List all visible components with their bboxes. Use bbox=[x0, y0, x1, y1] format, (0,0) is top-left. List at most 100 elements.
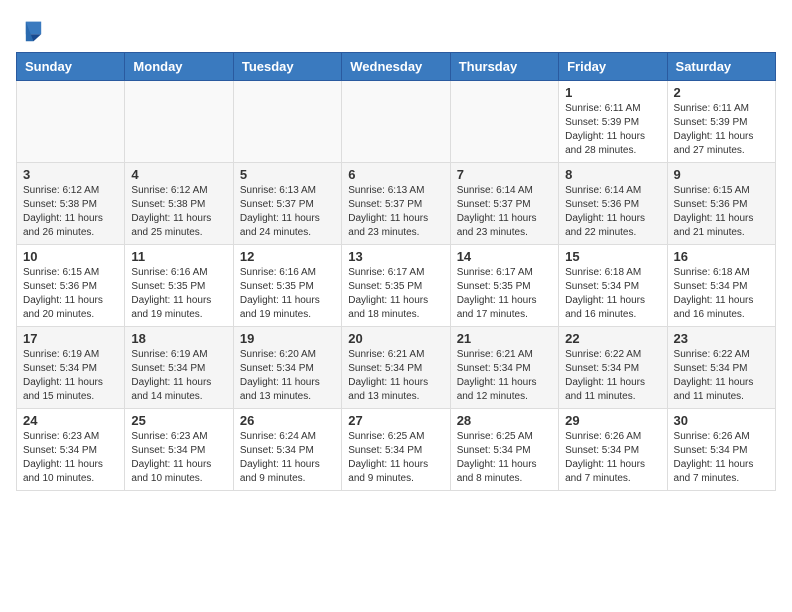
calendar-header-row: SundayMondayTuesdayWednesdayThursdayFrid… bbox=[17, 53, 776, 81]
calendar-week-2: 3 Sunrise: 6:12 AM Sunset: 5:38 PM Daylig… bbox=[17, 163, 776, 245]
day-number: 7 bbox=[457, 167, 552, 182]
day-number: 12 bbox=[240, 249, 335, 264]
day-info: Sunrise: 6:14 AM Sunset: 5:37 PM Dayligh… bbox=[457, 184, 552, 240]
day-info: Sunrise: 6:15 AM Sunset: 5:36 PM Dayligh… bbox=[674, 184, 769, 240]
day-info: Sunrise: 6:19 AM Sunset: 5:34 PM Dayligh… bbox=[23, 348, 118, 404]
day-info: Sunrise: 6:18 AM Sunset: 5:34 PM Dayligh… bbox=[674, 266, 769, 322]
day-info: Sunrise: 6:23 AM Sunset: 5:34 PM Dayligh… bbox=[23, 430, 118, 486]
day-number: 21 bbox=[457, 331, 552, 346]
calendar-cell: 21 Sunrise: 6:21 AM Sunset: 5:34 PM Dayli… bbox=[450, 327, 558, 409]
calendar-cell: 29 Sunrise: 6:26 AM Sunset: 5:34 PM Dayli… bbox=[559, 409, 667, 491]
calendar-cell: 13 Sunrise: 6:17 AM Sunset: 5:35 PM Dayli… bbox=[342, 245, 450, 327]
day-info: Sunrise: 6:25 AM Sunset: 5:34 PM Dayligh… bbox=[348, 430, 443, 486]
day-number: 30 bbox=[674, 413, 769, 428]
day-info: Sunrise: 6:12 AM Sunset: 5:38 PM Dayligh… bbox=[23, 184, 118, 240]
day-number: 25 bbox=[131, 413, 226, 428]
day-number: 16 bbox=[674, 249, 769, 264]
calendar-cell bbox=[450, 81, 558, 163]
day-info: Sunrise: 6:19 AM Sunset: 5:34 PM Dayligh… bbox=[131, 348, 226, 404]
calendar-cell: 26 Sunrise: 6:24 AM Sunset: 5:34 PM Dayli… bbox=[233, 409, 341, 491]
day-info: Sunrise: 6:13 AM Sunset: 5:37 PM Dayligh… bbox=[240, 184, 335, 240]
day-info: Sunrise: 6:21 AM Sunset: 5:34 PM Dayligh… bbox=[457, 348, 552, 404]
day-info: Sunrise: 6:26 AM Sunset: 5:34 PM Dayligh… bbox=[565, 430, 660, 486]
logo bbox=[16, 16, 48, 44]
day-info: Sunrise: 6:22 AM Sunset: 5:34 PM Dayligh… bbox=[674, 348, 769, 404]
day-number: 24 bbox=[23, 413, 118, 428]
day-number: 8 bbox=[565, 167, 660, 182]
day-number: 29 bbox=[565, 413, 660, 428]
day-info: Sunrise: 6:18 AM Sunset: 5:34 PM Dayligh… bbox=[565, 266, 660, 322]
calendar-week-5: 24 Sunrise: 6:23 AM Sunset: 5:34 PM Dayli… bbox=[17, 409, 776, 491]
day-number: 26 bbox=[240, 413, 335, 428]
day-number: 10 bbox=[23, 249, 118, 264]
calendar-header-thursday: Thursday bbox=[450, 53, 558, 81]
day-info: Sunrise: 6:11 AM Sunset: 5:39 PM Dayligh… bbox=[674, 102, 769, 158]
calendar-week-4: 17 Sunrise: 6:19 AM Sunset: 5:34 PM Dayli… bbox=[17, 327, 776, 409]
calendar-cell: 11 Sunrise: 6:16 AM Sunset: 5:35 PM Dayli… bbox=[125, 245, 233, 327]
day-info: Sunrise: 6:17 AM Sunset: 5:35 PM Dayligh… bbox=[457, 266, 552, 322]
calendar-cell bbox=[233, 81, 341, 163]
day-info: Sunrise: 6:22 AM Sunset: 5:34 PM Dayligh… bbox=[565, 348, 660, 404]
day-info: Sunrise: 6:13 AM Sunset: 5:37 PM Dayligh… bbox=[348, 184, 443, 240]
calendar-header-monday: Monday bbox=[125, 53, 233, 81]
logo-icon bbox=[16, 16, 44, 44]
calendar-cell: 23Sunrise: 6:22 AM Sunset: 5:34 PM Dayli… bbox=[667, 327, 775, 409]
day-number: 9 bbox=[674, 167, 769, 182]
calendar-cell: 4Sunrise: 6:12 AM Sunset: 5:38 PM Daylig… bbox=[125, 163, 233, 245]
calendar-cell: 20Sunrise: 6:21 AM Sunset: 5:34 PM Dayli… bbox=[342, 327, 450, 409]
calendar-cell: 9 Sunrise: 6:15 AM Sunset: 5:36 PM Daylig… bbox=[667, 163, 775, 245]
day-info: Sunrise: 6:23 AM Sunset: 5:34 PM Dayligh… bbox=[131, 430, 226, 486]
day-info: Sunrise: 6:17 AM Sunset: 5:35 PM Dayligh… bbox=[348, 266, 443, 322]
calendar-cell bbox=[125, 81, 233, 163]
calendar-cell: 10Sunrise: 6:15 AM Sunset: 5:36 PM Dayli… bbox=[17, 245, 125, 327]
day-number: 6 bbox=[348, 167, 443, 182]
day-info: Sunrise: 6:14 AM Sunset: 5:36 PM Dayligh… bbox=[565, 184, 660, 240]
calendar-header-tuesday: Tuesday bbox=[233, 53, 341, 81]
calendar-week-1: 1 Sunrise: 6:11 AM Sunset: 5:39 PM Daylig… bbox=[17, 81, 776, 163]
day-info: Sunrise: 6:16 AM Sunset: 5:35 PM Dayligh… bbox=[240, 266, 335, 322]
calendar-cell: 19Sunrise: 6:20 AM Sunset: 5:34 PM Dayli… bbox=[233, 327, 341, 409]
calendar-cell: 25 Sunrise: 6:23 AM Sunset: 5:34 PM Dayli… bbox=[125, 409, 233, 491]
day-number: 5 bbox=[240, 167, 335, 182]
calendar-cell: 18Sunrise: 6:19 AM Sunset: 5:34 PM Dayli… bbox=[125, 327, 233, 409]
calendar-header-sunday: Sunday bbox=[17, 53, 125, 81]
calendar-week-3: 10Sunrise: 6:15 AM Sunset: 5:36 PM Dayli… bbox=[17, 245, 776, 327]
calendar-cell bbox=[17, 81, 125, 163]
day-number: 1 bbox=[565, 85, 660, 100]
calendar-cell: 3 Sunrise: 6:12 AM Sunset: 5:38 PM Daylig… bbox=[17, 163, 125, 245]
calendar-cell: 2 Sunrise: 6:11 AM Sunset: 5:39 PM Daylig… bbox=[667, 81, 775, 163]
day-number: 28 bbox=[457, 413, 552, 428]
calendar-cell: 30 Sunrise: 6:26 AM Sunset: 5:34 PM Dayli… bbox=[667, 409, 775, 491]
calendar-cell: 27Sunrise: 6:25 AM Sunset: 5:34 PM Dayli… bbox=[342, 409, 450, 491]
day-info: Sunrise: 6:24 AM Sunset: 5:34 PM Dayligh… bbox=[240, 430, 335, 486]
calendar-table: SundayMondayTuesdayWednesdayThursdayFrid… bbox=[16, 52, 776, 491]
day-info: Sunrise: 6:12 AM Sunset: 5:38 PM Dayligh… bbox=[131, 184, 226, 240]
day-info: Sunrise: 6:25 AM Sunset: 5:34 PM Dayligh… bbox=[457, 430, 552, 486]
day-number: 17 bbox=[23, 331, 118, 346]
day-number: 22 bbox=[565, 331, 660, 346]
calendar-header-friday: Friday bbox=[559, 53, 667, 81]
calendar-cell: 1 Sunrise: 6:11 AM Sunset: 5:39 PM Daylig… bbox=[559, 81, 667, 163]
calendar-cell: 5 Sunrise: 6:13 AM Sunset: 5:37 PM Daylig… bbox=[233, 163, 341, 245]
day-info: Sunrise: 6:11 AM Sunset: 5:39 PM Dayligh… bbox=[565, 102, 660, 158]
day-info: Sunrise: 6:21 AM Sunset: 5:34 PM Dayligh… bbox=[348, 348, 443, 404]
day-info: Sunrise: 6:26 AM Sunset: 5:34 PM Dayligh… bbox=[674, 430, 769, 486]
calendar-cell: 17 Sunrise: 6:19 AM Sunset: 5:34 PM Dayli… bbox=[17, 327, 125, 409]
day-number: 14 bbox=[457, 249, 552, 264]
calendar-cell bbox=[342, 81, 450, 163]
day-number: 13 bbox=[348, 249, 443, 264]
calendar-header-wednesday: Wednesday bbox=[342, 53, 450, 81]
calendar-cell: 8 Sunrise: 6:14 AM Sunset: 5:36 PM Daylig… bbox=[559, 163, 667, 245]
day-info: Sunrise: 6:16 AM Sunset: 5:35 PM Dayligh… bbox=[131, 266, 226, 322]
day-number: 3 bbox=[23, 167, 118, 182]
calendar-cell: 14 Sunrise: 6:17 AM Sunset: 5:35 PM Dayli… bbox=[450, 245, 558, 327]
day-number: 11 bbox=[131, 249, 226, 264]
day-number: 2 bbox=[674, 85, 769, 100]
calendar-cell: 6 Sunrise: 6:13 AM Sunset: 5:37 PM Daylig… bbox=[342, 163, 450, 245]
calendar-cell: 22 Sunrise: 6:22 AM Sunset: 5:34 PM Dayli… bbox=[559, 327, 667, 409]
calendar-cell: 16 Sunrise: 6:18 AM Sunset: 5:34 PM Dayli… bbox=[667, 245, 775, 327]
calendar-cell: 15 Sunrise: 6:18 AM Sunset: 5:34 PM Dayli… bbox=[559, 245, 667, 327]
day-number: 15 bbox=[565, 249, 660, 264]
day-number: 19 bbox=[240, 331, 335, 346]
calendar-header-saturday: Saturday bbox=[667, 53, 775, 81]
